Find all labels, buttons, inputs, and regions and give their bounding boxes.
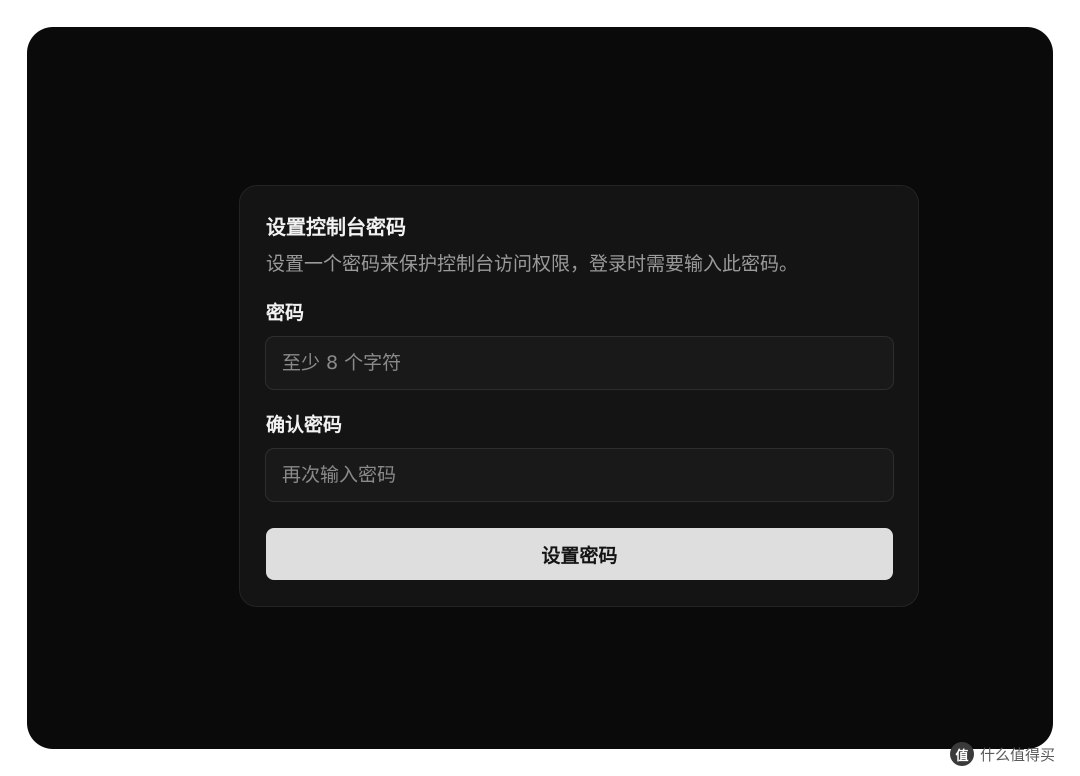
confirm-password-input[interactable] [265, 448, 894, 502]
set-password-card: 设置控制台密码 设置一个密码来保护控制台访问权限，登录时需要输入此密码。 密码 … [239, 185, 919, 607]
dialog-description: 设置一个密码来保护控制台访问权限，登录时需要输入此密码。 [266, 253, 799, 275]
app-window: 设置控制台密码 设置一个密码来保护控制台访问权限，登录时需要输入此密码。 密码 … [27, 27, 1053, 749]
confirm-password-label: 确认密码 [266, 414, 343, 436]
password-input[interactable] [265, 336, 894, 390]
watermark-text: 什么值得买 [980, 745, 1056, 764]
watermark: 值 什么值得买 [950, 740, 1070, 768]
set-password-button[interactable]: 设置密码 [266, 528, 893, 580]
password-label: 密码 [266, 302, 305, 324]
dialog-title: 设置控制台密码 [266, 215, 406, 239]
watermark-logo-icon: 值 [950, 742, 974, 766]
